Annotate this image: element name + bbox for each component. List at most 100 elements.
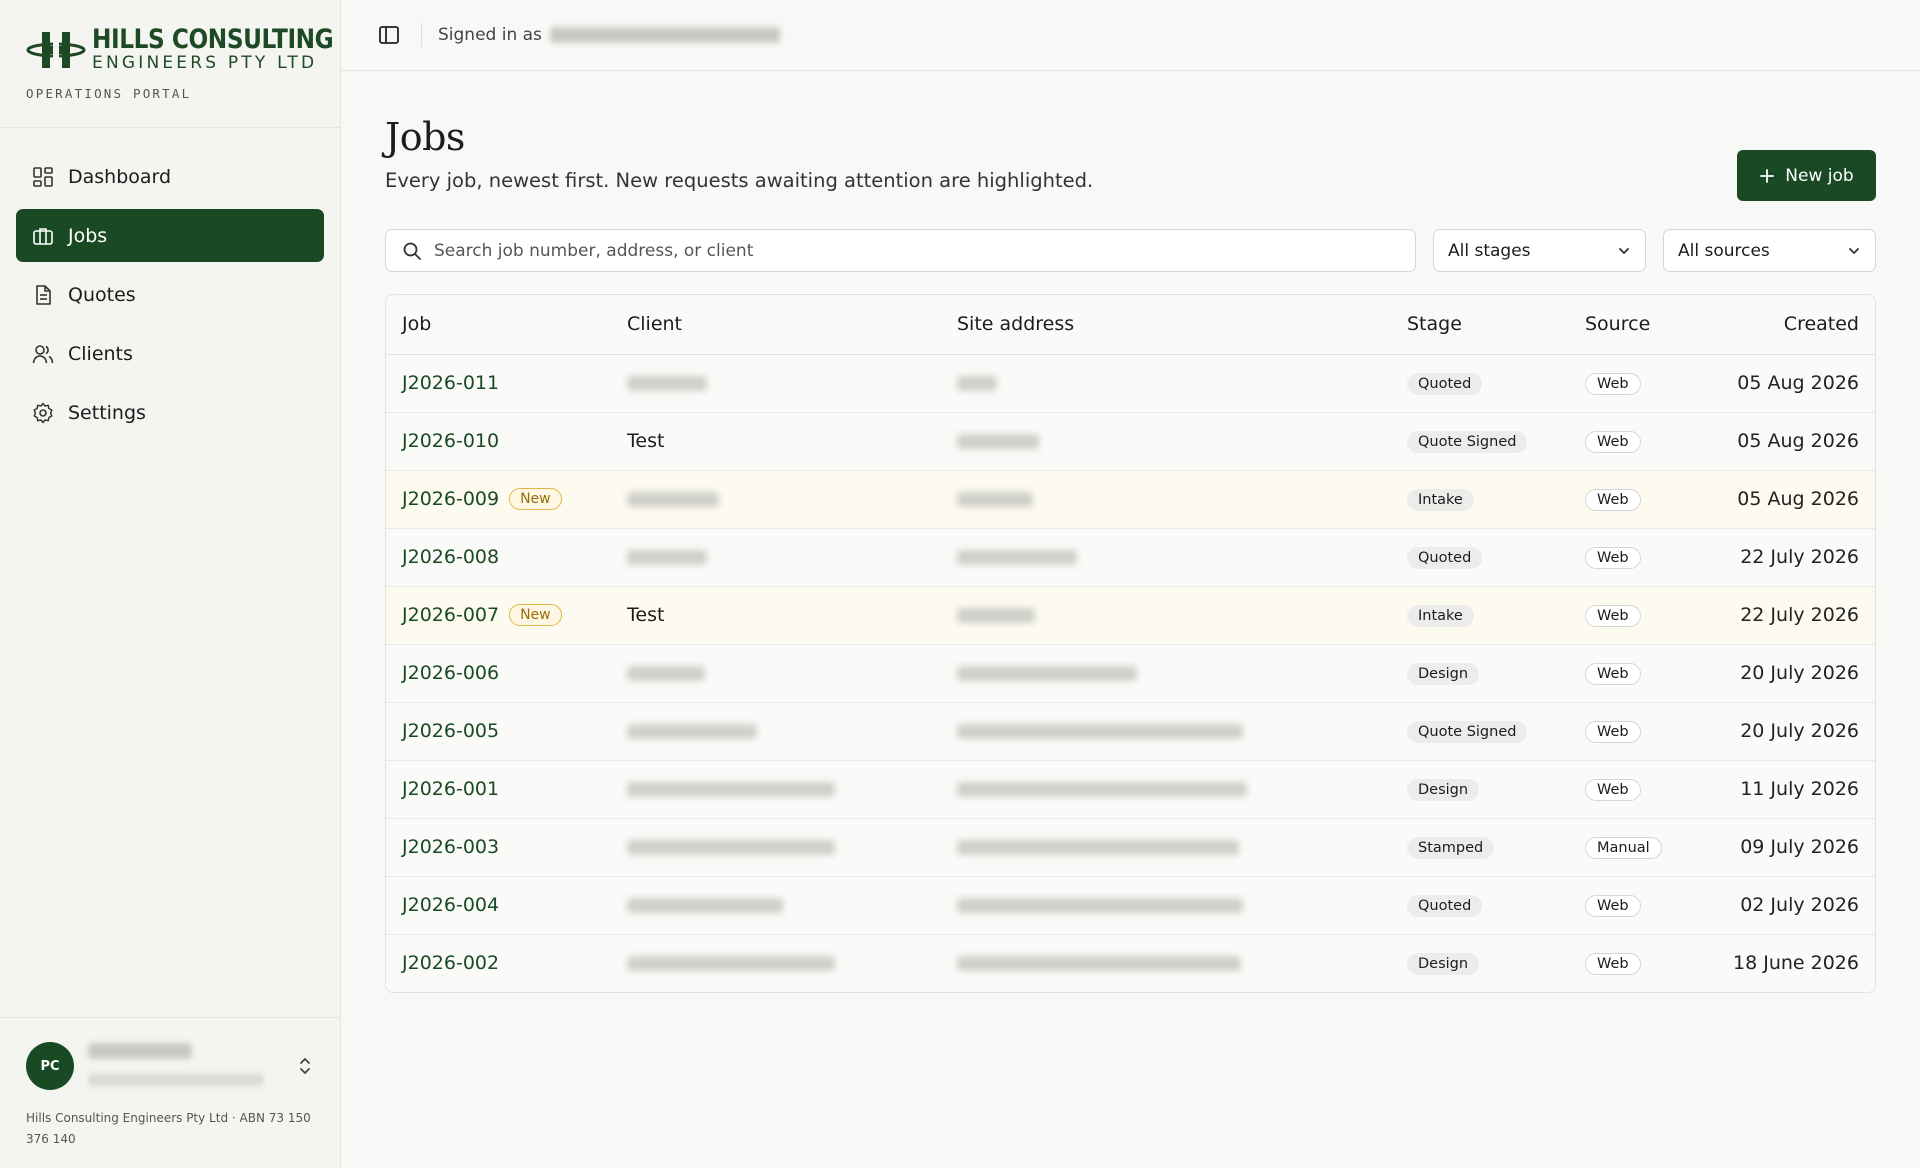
job-cell: J2026-001 [386,760,611,819]
header-client[interactable]: Client [611,295,941,355]
sidebar-item-clients[interactable]: Clients [16,327,324,380]
source-badge: Web [1585,663,1641,685]
search-input[interactable] [434,240,1399,261]
sidebar-item-settings[interactable]: Settings [16,386,324,439]
client-name-redacted [627,898,783,913]
dashboard-icon [32,166,54,188]
stage-badge: Design [1407,779,1480,801]
job-number-link[interactable]: J2026-007 [402,604,499,626]
header-job[interactable]: Job [386,295,611,355]
job-number-link[interactable]: J2026-009 [402,488,499,510]
sidebar-item-jobs[interactable]: Jobs [16,209,324,262]
header-source[interactable]: Source [1569,295,1699,355]
search-box[interactable] [385,229,1416,272]
client-cell [611,702,941,761]
stage-badge: Quote Signed [1407,721,1528,743]
table-row[interactable]: J2026-008 Quoted Web 22 July 2026 [386,528,1875,587]
page-title: Jobs [385,115,465,159]
sidebar-item-label: Quotes [68,283,136,306]
job-number-link[interactable]: J2026-003 [402,836,499,858]
sidebar-item-label: Dashboard [68,165,172,188]
user-menu[interactable]: PC [26,1042,314,1090]
sidebar: HILLS CONSULTING ENGINEERS PTY LTD OPERA… [0,0,341,1168]
user-name-redacted [88,1042,192,1059]
table-row[interactable]: J2026-001 Design Web 11 July 2026 [386,760,1875,819]
source-cell: Web [1569,586,1699,645]
sidebar-item-dashboard[interactable]: Dashboard [16,150,324,203]
stage-badge: Intake [1407,489,1474,511]
table-row[interactable]: J2026-004 Quoted Web 02 July 2026 [386,876,1875,935]
table-row[interactable]: J2026-010 Test Quote Signed Web 05 Aug 2026 [386,412,1875,471]
job-cell: J2026-002 [386,934,611,992]
chevron-down-icon [1619,247,1629,254]
table-row[interactable]: J2026-006 Design Web 20 July 2026 [386,644,1875,703]
client-name: Test [627,430,665,452]
job-cell: J2026-003 [386,818,611,877]
stage-filter-select[interactable]: All stages [1433,229,1646,272]
new-badge: New [509,604,562,626]
table-row[interactable]: J2026-005 Quote Signed Web 20 July 2026 [386,702,1875,761]
jobs-page: Jobs Every job, newest first. New reques… [341,71,1920,993]
stage-cell: Quoted [1391,528,1569,587]
source-cell: Web [1569,644,1699,703]
avatar: PC [26,1042,74,1090]
job-number-link[interactable]: J2026-010 [402,430,499,452]
user-email-redacted [88,1073,264,1086]
job-number-link[interactable]: J2026-011 [402,372,499,394]
site-address-cell [941,818,1391,877]
client-name-redacted [627,724,757,739]
created-date: 22 July 2026 [1699,528,1875,587]
stage-cell: Quote Signed [1391,412,1569,471]
created-date: 20 July 2026 [1699,644,1875,703]
brand-logo[interactable]: HILLS CONSULTING ENGINEERS PTY LTD [26,26,334,72]
job-cell: J2026-011 [386,354,611,413]
site-address-cell [941,702,1391,761]
job-number-link[interactable]: J2026-002 [402,952,499,974]
stage-badge: Stamped [1407,837,1495,859]
main-area: Signed in as Jobs Every job, newest firs… [341,0,1920,1168]
client-name-redacted [627,666,705,681]
created-date: 22 July 2026 [1699,586,1875,645]
source-cell: Web [1569,354,1699,413]
user-info [88,1042,296,1090]
table-row[interactable]: J2026-009 New Intake Web 05 Aug 2026 [386,470,1875,529]
table-row[interactable]: J2026-003 Stamped Manual 09 July 2026 [386,818,1875,877]
job-number-link[interactable]: J2026-004 [402,894,499,916]
sidebar-item-quotes[interactable]: Quotes [16,268,324,321]
job-number-link[interactable]: J2026-005 [402,720,499,742]
site-address-cell [941,934,1391,992]
job-cell: J2026-005 [386,702,611,761]
job-number-link[interactable]: J2026-001 [402,778,499,800]
sidebar-toggle-icon[interactable] [377,23,401,47]
header-stage[interactable]: Stage [1391,295,1569,355]
source-badge: Web [1585,605,1641,627]
source-badge: Web [1585,953,1641,976]
created-date: 05 Aug 2026 [1699,412,1875,471]
table-row[interactable]: J2026-007 New Test Intake Web 22 July 2026 [386,586,1875,645]
brand-name: HILLS CONSULTING [92,24,334,55]
job-number-link[interactable]: J2026-006 [402,662,499,684]
source-cell: Web [1569,528,1699,587]
created-date: 20 July 2026 [1699,702,1875,761]
page-description: Every job, newest first. New requests aw… [385,169,1094,192]
stage-cell: Design [1391,644,1569,703]
site-address-redacted [957,724,1243,739]
header-created[interactable]: Created [1699,295,1875,355]
table-row[interactable]: J2026-002 Design Web 18 June 2026 [386,934,1875,992]
table-row[interactable]: J2026-011 Quoted Web 05 Aug 2026 [386,354,1875,413]
created-date: 18 June 2026 [1733,952,1859,975]
stage-badge: Quoted [1407,547,1483,569]
site-address-redacted [957,492,1033,507]
source-badge: Web [1585,779,1641,801]
stage-badge: Design [1407,663,1480,685]
chevron-up-down-icon[interactable] [296,1055,314,1077]
briefcase-icon [32,225,54,247]
new-badge: New [509,488,562,510]
site-address-redacted [957,376,997,391]
header-site-address[interactable]: Site address [941,295,1391,355]
source-filter-select[interactable]: All sources [1663,229,1876,272]
source-cell: Web [1569,760,1699,819]
new-job-button[interactable]: New job [1737,150,1876,201]
stage-filter-value: All stages [1448,240,1531,261]
job-number-link[interactable]: J2026-008 [402,546,499,568]
